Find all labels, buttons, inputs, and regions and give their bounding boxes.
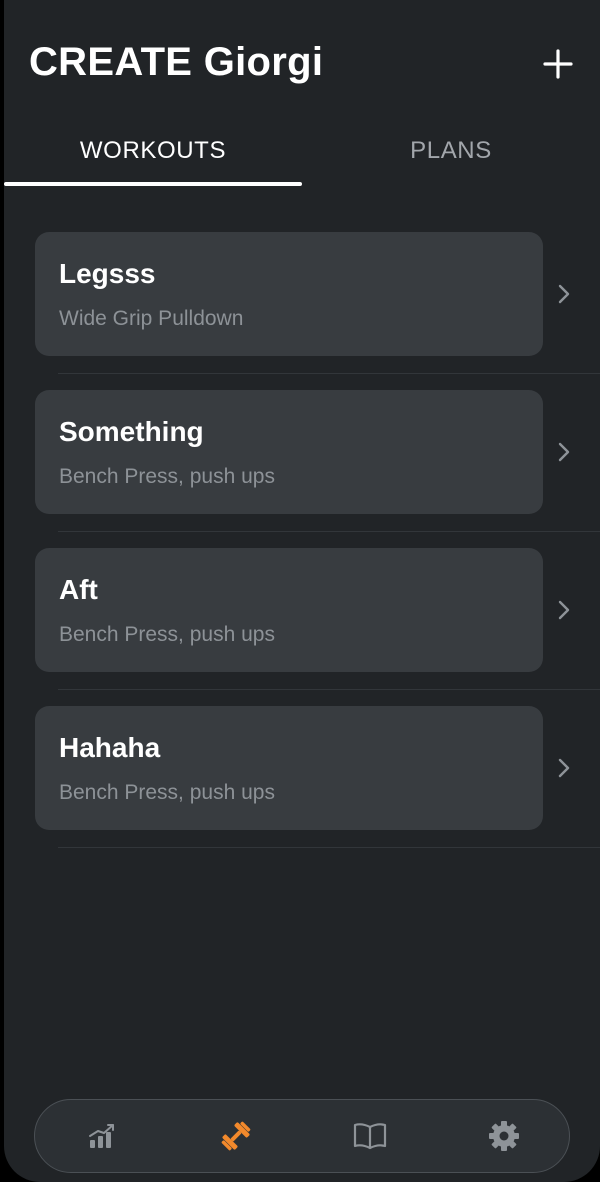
chevron-right-icon[interactable] bbox=[556, 598, 572, 622]
workout-title: Something bbox=[59, 416, 204, 447]
stats-icon bbox=[89, 1124, 114, 1148]
workout-card[interactable]: Something Bench Press, push ups bbox=[35, 390, 543, 514]
list-item: Aft Bench Press, push ups bbox=[4, 548, 600, 706]
list-item: Something Bench Press, push ups bbox=[4, 390, 600, 548]
workout-title: Hahaha bbox=[59, 732, 161, 763]
add-button[interactable] bbox=[540, 46, 576, 82]
nav-item-stats[interactable] bbox=[35, 1100, 169, 1172]
workout-card[interactable]: Hahaha Bench Press, push ups bbox=[35, 706, 543, 830]
workout-exercises: Bench Press, push ups bbox=[59, 623, 275, 646]
divider bbox=[58, 531, 600, 532]
page-title: CREATE Giorgi bbox=[29, 40, 324, 84]
dumbbell-icon bbox=[221, 1121, 251, 1151]
chevron-right-icon[interactable] bbox=[556, 440, 572, 464]
nav-item-library[interactable] bbox=[303, 1100, 437, 1172]
plus-icon bbox=[543, 49, 573, 79]
tab-workouts[interactable]: WORKOUTS bbox=[4, 120, 302, 182]
workout-exercises: Bench Press, push ups bbox=[59, 465, 275, 488]
divider bbox=[58, 847, 600, 848]
workout-title: Aft bbox=[59, 574, 98, 605]
book-icon bbox=[353, 1123, 387, 1150]
nav-item-settings[interactable] bbox=[437, 1100, 571, 1172]
workout-exercises: Wide Grip Pulldown bbox=[59, 307, 244, 330]
workout-list: Legsss Wide Grip Pulldown Something Benc… bbox=[4, 232, 600, 864]
active-tab-indicator bbox=[4, 182, 302, 186]
workout-card[interactable]: Legsss Wide Grip Pulldown bbox=[35, 232, 543, 356]
gear-icon bbox=[489, 1121, 519, 1151]
workout-card[interactable]: Aft Bench Press, push ups bbox=[35, 548, 543, 672]
segment-tabs: WORKOUTS PLANS bbox=[4, 120, 600, 186]
divider bbox=[58, 689, 600, 690]
bottom-tab-bar bbox=[34, 1099, 570, 1173]
divider bbox=[58, 373, 600, 374]
list-item: Legsss Wide Grip Pulldown bbox=[4, 232, 600, 390]
workout-exercises: Bench Press, push ups bbox=[59, 781, 275, 804]
chevron-right-icon[interactable] bbox=[556, 756, 572, 780]
chevron-right-icon[interactable] bbox=[556, 282, 572, 306]
nav-item-workouts[interactable] bbox=[169, 1100, 303, 1172]
list-item: Hahaha Bench Press, push ups bbox=[4, 706, 600, 864]
workout-title: Legsss bbox=[59, 258, 156, 289]
tab-plans[interactable]: PLANS bbox=[302, 120, 600, 182]
app-screen: CREATE Giorgi WORKOUTS PLANS Legsss Wide… bbox=[4, 0, 600, 1182]
